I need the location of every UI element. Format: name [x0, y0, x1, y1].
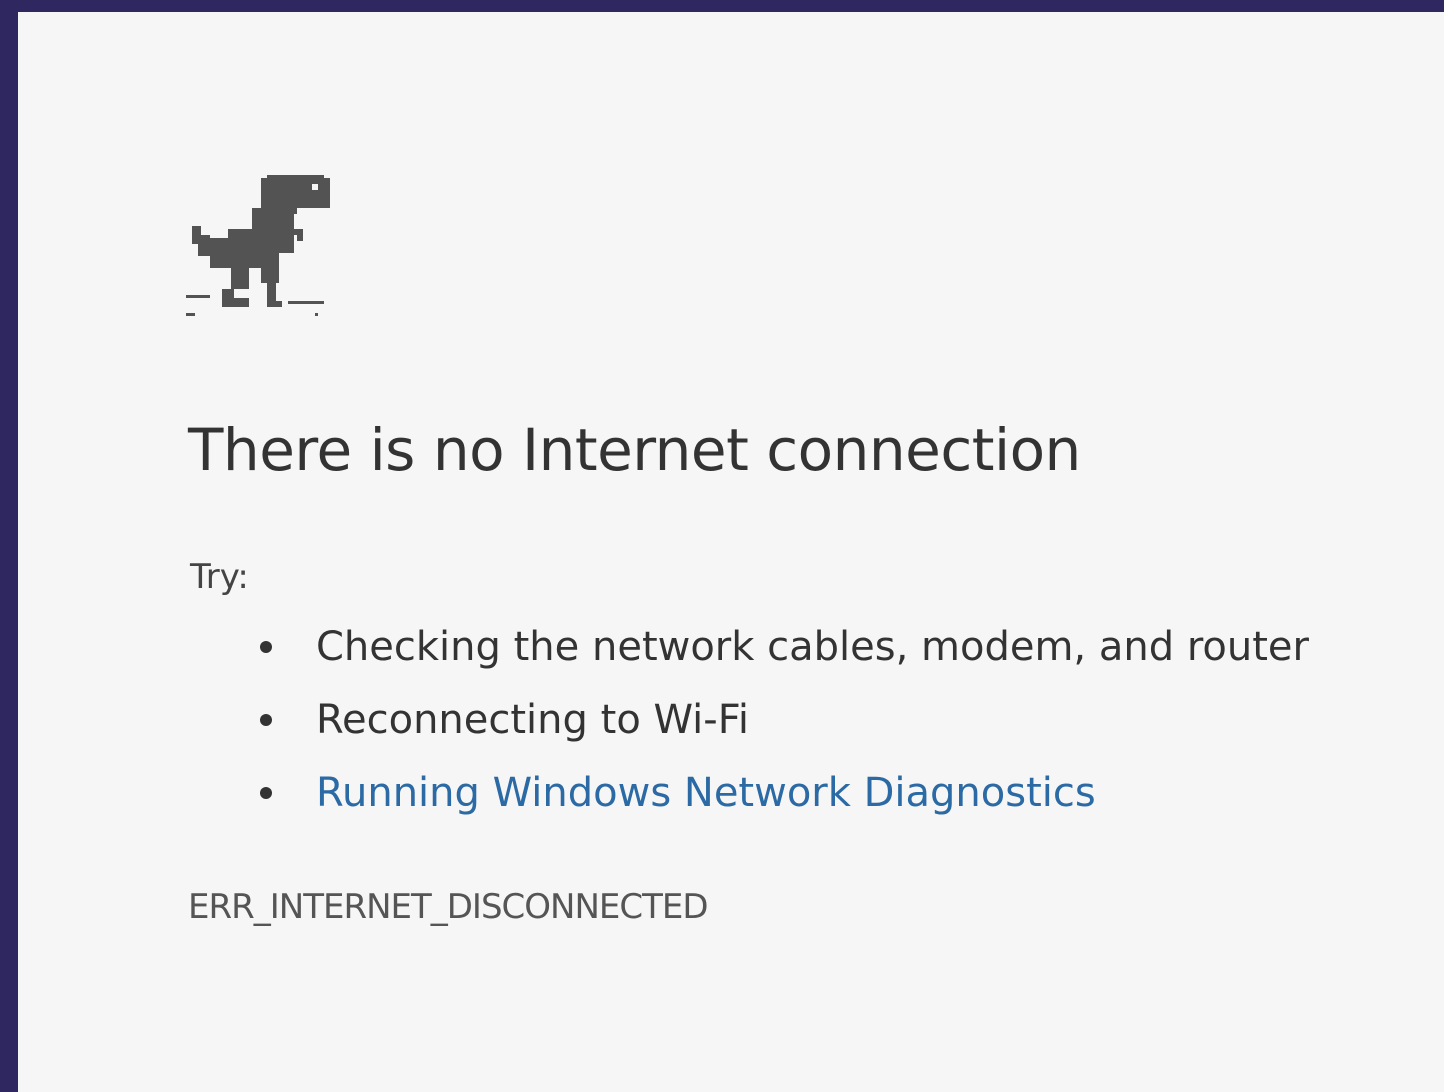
error-code: ERR_INTERNET_DISCONNECTED: [188, 887, 709, 927]
offline-dinosaur-icon: [186, 175, 330, 316]
suggestion-reconnect-wifi: Reconnecting to Wi-Fi: [188, 687, 1309, 760]
network-diagnostics-link[interactable]: Running Windows Network Diagnostics: [316, 770, 1096, 816]
bullet-icon: [260, 641, 272, 653]
suggestions-list: Checking the network cables, modem, and …: [188, 614, 1309, 833]
error-page: There is no Internet connection Try: Che…: [18, 12, 1444, 1092]
bullet-icon: [260, 787, 272, 799]
suggestion-run-diagnostics: Running Windows Network Diagnostics: [188, 760, 1309, 833]
error-title: There is no Internet connection: [188, 416, 1081, 484]
bullet-icon: [260, 714, 272, 726]
suggestion-text: Checking the network cables, modem, and …: [316, 624, 1309, 670]
suggestion-check-cables: Checking the network cables, modem, and …: [188, 614, 1309, 687]
suggestion-text: Reconnecting to Wi-Fi: [316, 697, 749, 743]
try-label: Try:: [190, 557, 249, 597]
